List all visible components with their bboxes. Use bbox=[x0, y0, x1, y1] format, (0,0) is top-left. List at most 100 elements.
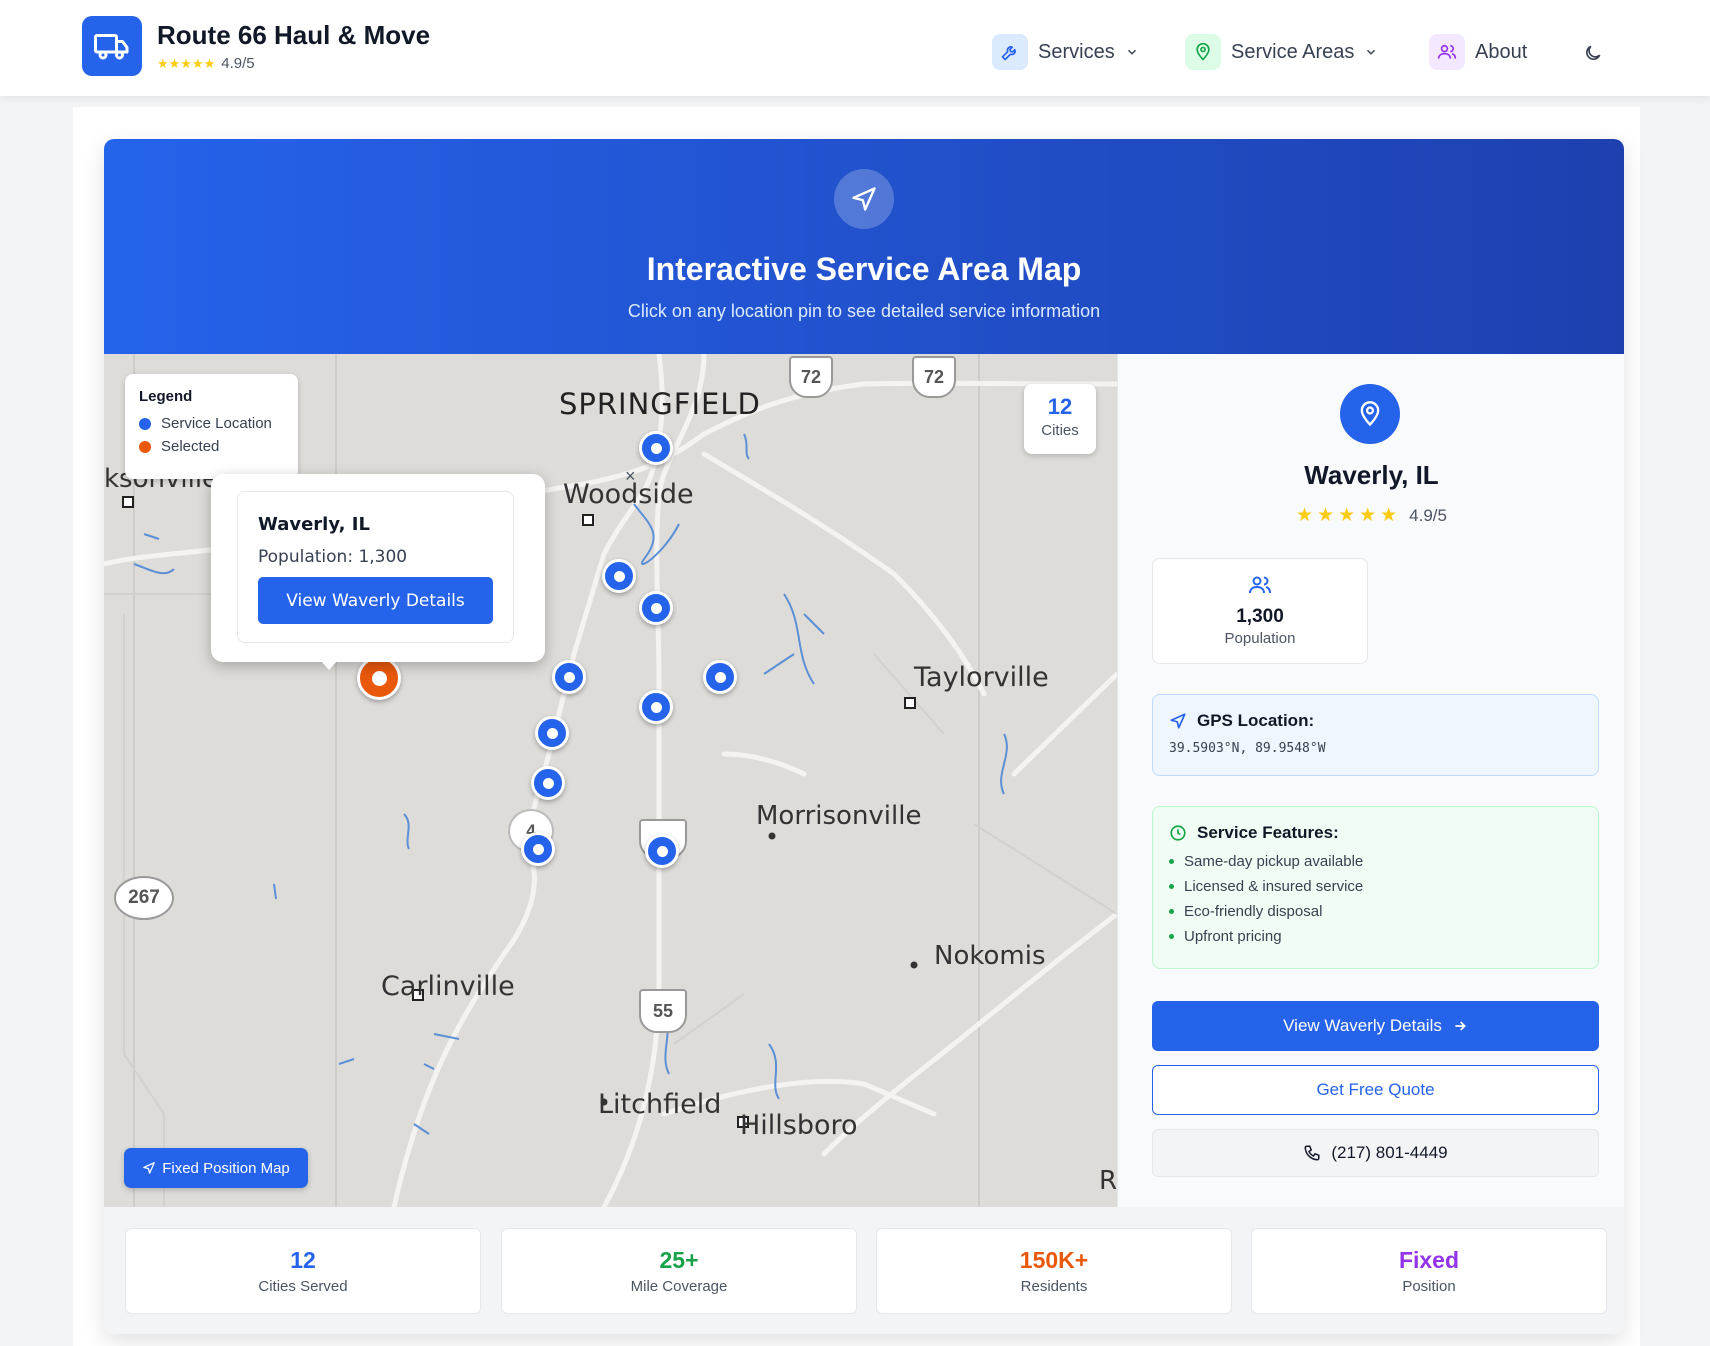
nav-service-areas-label: Service Areas bbox=[1231, 40, 1355, 63]
map-label-hillsboro: Hillsboro bbox=[740, 1110, 858, 1141]
location-pin[interactable] bbox=[703, 660, 737, 694]
map-label-carlinville: Carlinville bbox=[381, 971, 515, 1002]
stats-bar: 12 Cities Served 25+ Mile Coverage 150K+… bbox=[104, 1207, 1624, 1334]
interstate-55-shield: 55 bbox=[639, 989, 687, 1033]
stat-residents: 150K+ Residents bbox=[876, 1228, 1232, 1314]
arrow-right-icon bbox=[1455, 1021, 1466, 1031]
map-label-morrisonville: Morrisonville bbox=[756, 801, 922, 831]
location-pin[interactable] bbox=[552, 660, 586, 694]
stat-value: Fixed bbox=[1398, 1247, 1460, 1273]
stat-label: Cities Served bbox=[258, 1278, 348, 1295]
phone-number: (217) 801-4449 bbox=[1331, 1143, 1448, 1162]
population-label: Population bbox=[1224, 630, 1296, 647]
location-detail-panel: Waverly, IL ★★★★★ 4.9/5 1,300 Population… bbox=[1117, 354, 1624, 1207]
location-pin[interactable] bbox=[639, 591, 673, 625]
phone-call-button[interactable]: (217) 801-4449 bbox=[1152, 1129, 1599, 1177]
map-pin-icon bbox=[1340, 384, 1400, 444]
stat-value: 12 bbox=[290, 1247, 316, 1273]
map-label-nokomis: Nokomis bbox=[934, 941, 1046, 971]
blue-dot-icon bbox=[139, 417, 151, 430]
map-label-litchfield: Litchfield bbox=[598, 1089, 722, 1120]
navigation-icon bbox=[143, 1162, 156, 1174]
map-pin-icon bbox=[1185, 34, 1221, 70]
users-icon bbox=[1249, 576, 1271, 594]
features-list: Same-day pickup available Licensed & ins… bbox=[1169, 853, 1582, 945]
cities-label: Cities bbox=[1041, 422, 1079, 439]
cities-count: 12 bbox=[1047, 394, 1073, 419]
route-72-shield: 72 bbox=[912, 356, 956, 398]
selected-location-pin[interactable] bbox=[357, 656, 401, 700]
location-pin[interactable] bbox=[645, 834, 679, 868]
feature-item: Upfront pricing bbox=[1169, 928, 1582, 945]
close-icon[interactable]: × bbox=[625, 466, 636, 487]
cities-count-badge: 12 Cities bbox=[1024, 384, 1096, 454]
top-navigation-bar: Route 66 Haul & Move ★★★★★ 4.9/5 Service… bbox=[0, 0, 1710, 96]
popup-title: Waverly, IL bbox=[258, 514, 370, 535]
location-pin[interactable] bbox=[639, 431, 673, 465]
popup-view-details-button[interactable]: View Waverly Details bbox=[258, 577, 493, 624]
legend-service-location: Service Location bbox=[139, 415, 284, 432]
route-72-shield: 72 bbox=[789, 356, 833, 398]
map-label-springfield: SPRINGFIELD bbox=[559, 387, 761, 421]
service-features-card: Service Features: Same-day pickup availa… bbox=[1152, 806, 1599, 969]
brand-rating: ★★★★★ 4.9/5 bbox=[157, 55, 255, 72]
nav-service-areas[interactable]: Service Areas bbox=[1185, 34, 1378, 70]
get-free-quote-button[interactable]: Get Free Quote bbox=[1152, 1065, 1599, 1115]
location-pin[interactable] bbox=[531, 766, 565, 800]
feature-item: Same-day pickup available bbox=[1169, 853, 1582, 870]
nav-about[interactable]: About bbox=[1429, 34, 1527, 70]
service-area-map[interactable]: 72 72 267 4 55 SPRINGFIELD Woodside kson… bbox=[104, 354, 1117, 1207]
stat-cities-served: 12 Cities Served bbox=[125, 1228, 481, 1314]
nav-about-label: About bbox=[1475, 40, 1528, 63]
location-pin[interactable] bbox=[521, 832, 555, 866]
legend-selected-label: Selected bbox=[161, 438, 220, 455]
legend-title: Legend bbox=[139, 388, 193, 405]
location-pin[interactable] bbox=[639, 690, 673, 724]
moon-icon[interactable] bbox=[1580, 40, 1606, 66]
features-title: Service Features: bbox=[1197, 823, 1339, 842]
orange-dot-icon bbox=[139, 440, 151, 453]
gps-location-card: GPS Location: 39.5903°N, 89.9548°W bbox=[1152, 694, 1599, 776]
truck-icon[interactable] bbox=[82, 16, 142, 76]
location-popup: × Waverly, IL Population: 1,300 View Wav… bbox=[211, 466, 636, 670]
fixed-position-map-label: Fixed Position Map bbox=[162, 1159, 290, 1177]
location-title: Waverly, IL bbox=[1304, 460, 1439, 490]
map-legend: Legend Service Location Selected bbox=[125, 374, 298, 479]
legend-selected: Selected bbox=[139, 438, 284, 455]
view-details-button[interactable]: View Waverly Details bbox=[1152, 1001, 1599, 1051]
gps-title: GPS Location: bbox=[1197, 711, 1315, 730]
stat-label: Mile Coverage bbox=[630, 1278, 728, 1295]
stat-value: 25+ bbox=[659, 1247, 699, 1273]
popup-tail bbox=[321, 661, 337, 670]
gps-coordinates: 39.5903°N, 89.9548°W bbox=[1169, 741, 1326, 756]
phone-icon bbox=[1304, 1145, 1320, 1161]
banner-subtitle: Click on any location pin to see detaile… bbox=[627, 301, 1101, 321]
clock-icon bbox=[1170, 825, 1186, 841]
nav-services[interactable]: Services bbox=[992, 34, 1139, 70]
brand-title[interactable]: Route 66 Haul & Move bbox=[157, 20, 430, 51]
map-label-edge: R bbox=[1099, 1166, 1117, 1196]
fixed-position-map-button[interactable]: Fixed Position Map bbox=[124, 1148, 308, 1188]
stat-label: Position bbox=[1402, 1278, 1456, 1295]
map-banner: Interactive Service Area Map Click on an… bbox=[104, 139, 1624, 354]
feature-item: Eco-friendly disposal bbox=[1169, 903, 1582, 920]
population-card: 1,300 Population bbox=[1152, 558, 1368, 664]
location-pin[interactable] bbox=[602, 559, 636, 593]
location-rating-value: 4.9/5 bbox=[1409, 505, 1447, 525]
chevron-down-icon bbox=[1367, 49, 1376, 55]
legend-service-location-label: Service Location bbox=[161, 415, 272, 432]
wrench-icon bbox=[992, 34, 1028, 70]
navigation-icon bbox=[834, 169, 894, 229]
location-rating: ★★★★★ 4.9/5 bbox=[1118, 504, 1624, 527]
nav-services-label: Services bbox=[1038, 40, 1115, 63]
service-area-card: Interactive Service Area Map Click on an… bbox=[104, 139, 1624, 1334]
population-value: 1,300 bbox=[1236, 606, 1284, 627]
stat-value: 150K+ bbox=[1019, 1247, 1089, 1273]
chevron-down-icon bbox=[1127, 49, 1136, 55]
stat-label: Residents bbox=[1020, 1278, 1088, 1295]
star-rating-icon: ★★★★★ bbox=[1296, 505, 1402, 526]
users-icon bbox=[1429, 34, 1465, 70]
location-pin[interactable] bbox=[535, 716, 569, 750]
route-267-shield: 267 bbox=[114, 876, 174, 920]
banner-title: Interactive Service Area Map bbox=[646, 251, 1082, 287]
